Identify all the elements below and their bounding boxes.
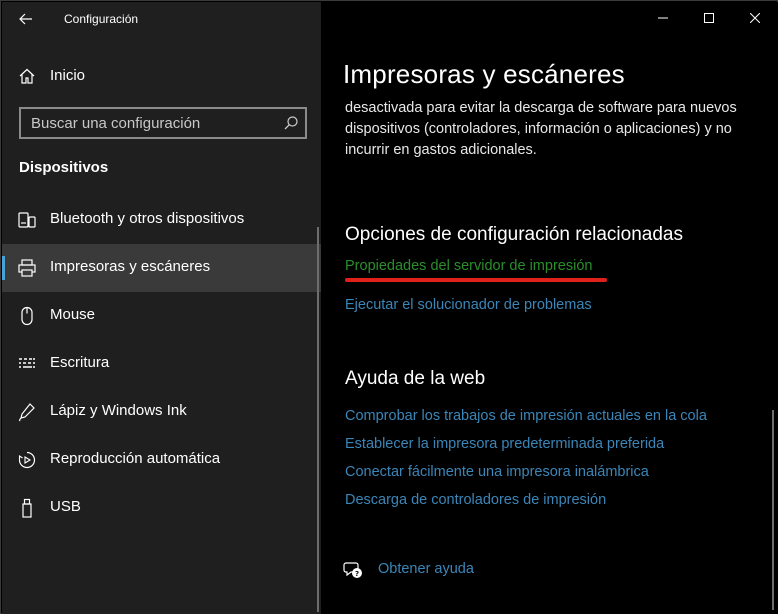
main-content: Impresoras y escáneres desactivada para …	[321, 2, 778, 614]
troubleshooter-link[interactable]: Ejecutar el solucionador de problemas	[345, 297, 592, 313]
sidebar-item-printers[interactable]: Impresoras y escáneres	[2, 244, 321, 292]
sidebar-item-label: Inicio	[50, 67, 86, 84]
printer-icon	[18, 259, 36, 277]
section-title: Dispositivos	[19, 159, 109, 176]
content-scrollbar[interactable]	[772, 410, 774, 610]
web-help-link-wireless-printer[interactable]: Conectar fácilmente una impresora inalám…	[345, 464, 649, 480]
sidebar-nav: Bluetooth y otros dispositivos Impresora…	[2, 196, 321, 532]
sidebar-item-label: Bluetooth y otros dispositivos	[50, 210, 245, 227]
settings-window: Configuración Inicio Dispositivos	[0, 0, 778, 614]
web-help-heading: Ayuda de la web	[345, 368, 486, 389]
sidebar-item-bluetooth[interactable]: Bluetooth y otros dispositivos	[2, 196, 321, 244]
sidebar-item-pen[interactable]: Lápiz y Windows Ink	[2, 388, 321, 436]
sidebar-item-label: USB	[50, 498, 81, 515]
title-bar: Configuración	[2, 2, 321, 36]
related-settings-heading: Opciones de configuración relacionadas	[345, 224, 683, 245]
sidebar-item-label: Escritura	[50, 354, 110, 371]
print-server-properties-link[interactable]: Propiedades del servidor de impresión	[345, 258, 592, 274]
window-controls	[640, 2, 778, 34]
svg-text:?: ?	[355, 570, 359, 578]
web-help-link-default-printer[interactable]: Establecer la impresora predeterminada p…	[345, 436, 664, 452]
maximize-icon	[704, 13, 714, 23]
close-icon	[750, 13, 760, 23]
web-help-link-drivers[interactable]: Descarga de controladores de impresión	[345, 492, 606, 508]
usb-icon	[22, 498, 32, 518]
search-input[interactable]	[21, 109, 277, 137]
home-icon	[19, 68, 35, 84]
get-help-row[interactable]: ?	[343, 558, 363, 582]
sidebar-item-usb[interactable]: USB	[2, 484, 321, 532]
close-button[interactable]	[732, 2, 778, 34]
keyboard-icon	[19, 358, 35, 368]
sidebar-item-typing[interactable]: Escritura	[2, 340, 321, 388]
sidebar-item-label: Reproducción automática	[50, 450, 221, 467]
back-button[interactable]	[12, 6, 40, 32]
minimize-button[interactable]	[640, 2, 686, 34]
pen-icon	[18, 403, 35, 422]
help-chat-icon: ?	[343, 562, 362, 578]
maximize-button[interactable]	[686, 2, 732, 34]
sidebar-item-autoplay[interactable]: Reproducción automática	[2, 436, 321, 484]
sidebar-scrollbar[interactable]	[317, 227, 319, 612]
annotation-underline	[345, 278, 607, 282]
web-help-link-queue[interactable]: Comprobar los trabajos de impresión actu…	[345, 408, 707, 424]
sidebar: Configuración Inicio Dispositivos	[2, 2, 321, 614]
sidebar-item-home[interactable]: Inicio	[2, 58, 321, 94]
description-text: desactivada para evitar la descarga de s…	[345, 100, 737, 158]
mouse-icon	[21, 306, 33, 326]
sidebar-item-mouse[interactable]: Mouse	[2, 292, 321, 340]
autoplay-icon	[18, 451, 36, 469]
bluetooth-icon	[18, 212, 36, 228]
back-arrow-icon	[19, 13, 32, 25]
app-title: Configuración	[64, 12, 139, 26]
search-icon[interactable]	[283, 115, 299, 131]
sidebar-item-label: Lápiz y Windows Ink	[50, 402, 187, 419]
page-title: Impresoras y escáneres	[343, 59, 625, 89]
get-help-link[interactable]: Obtener ayuda	[378, 561, 474, 577]
search-box[interactable]	[19, 107, 307, 139]
sidebar-item-label: Impresoras y escáneres	[50, 258, 211, 275]
minimize-icon	[658, 17, 668, 19]
sidebar-item-label: Mouse	[50, 306, 96, 323]
